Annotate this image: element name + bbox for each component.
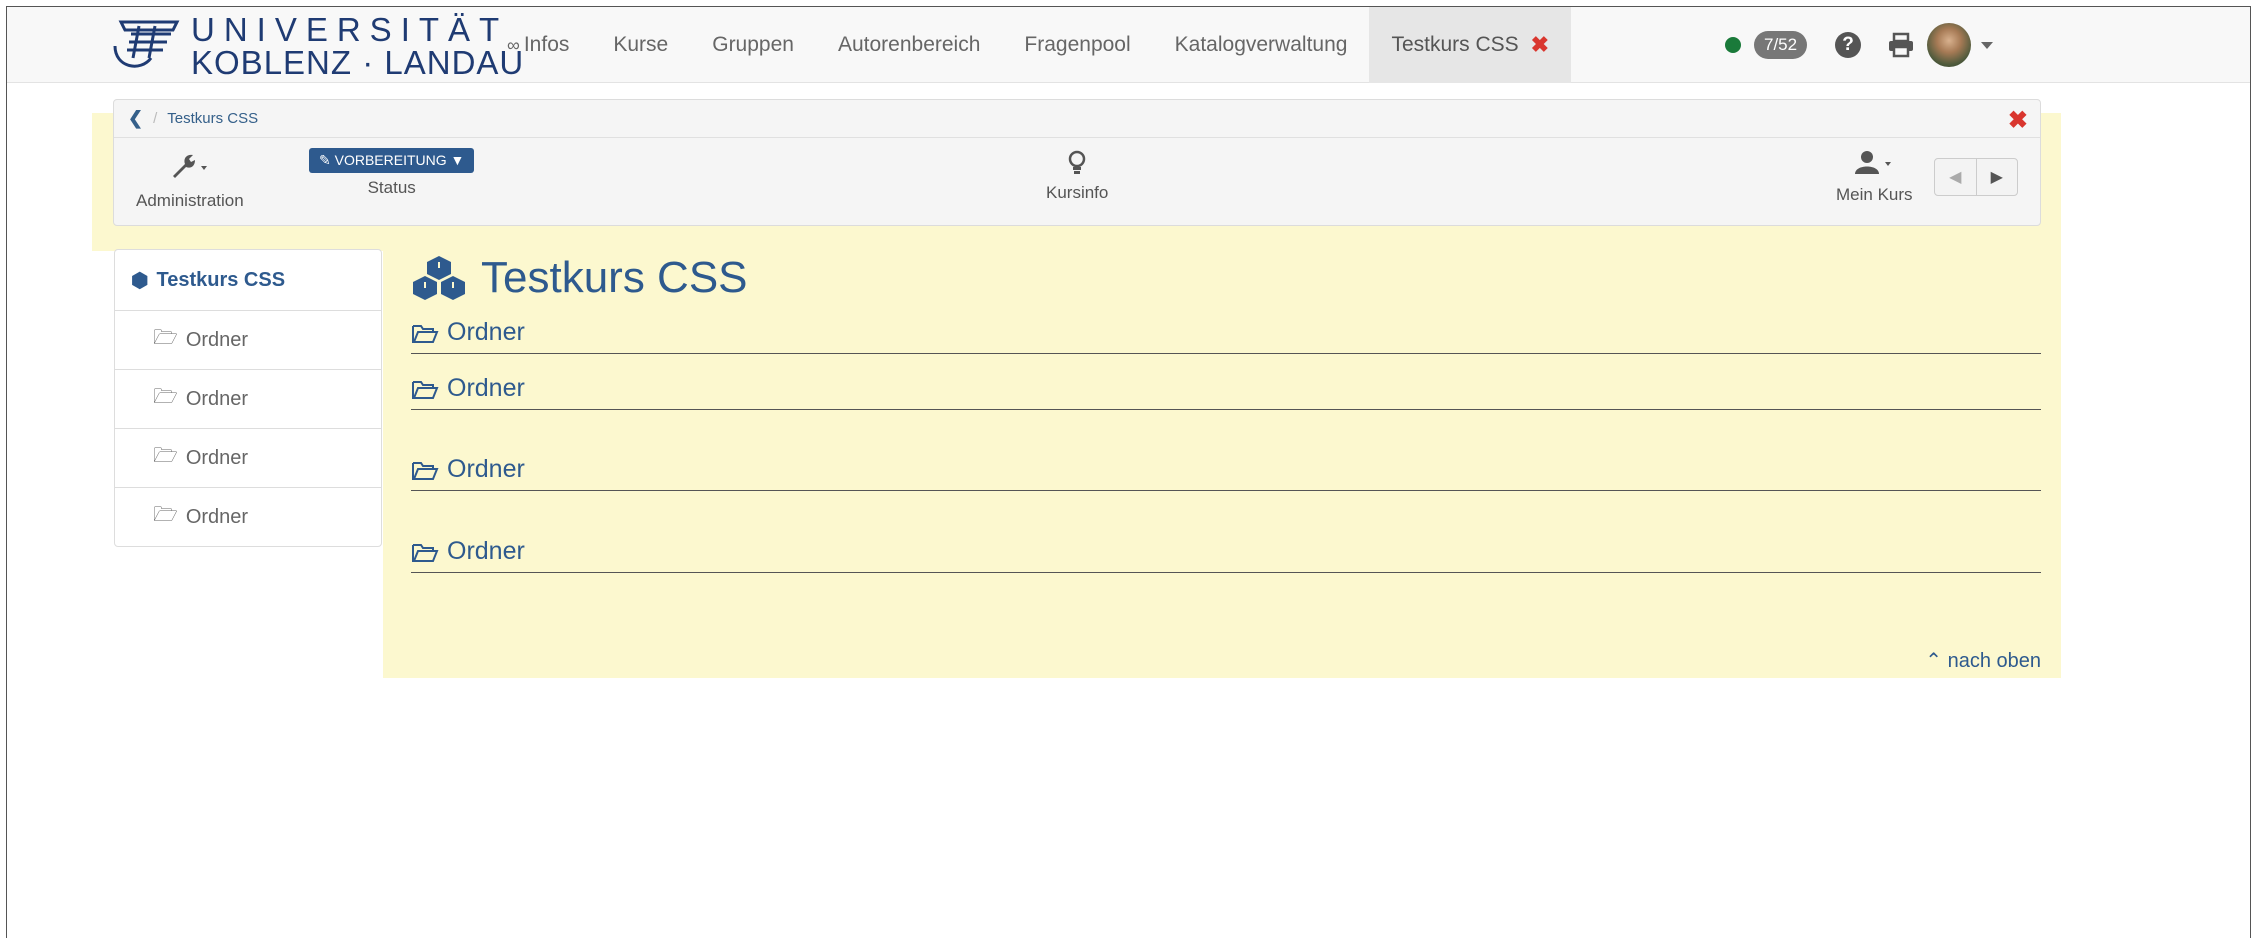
kursinfo-label: Kursinfo xyxy=(1046,183,1109,202)
nav-item-label: Katalogverwaltung xyxy=(1174,33,1348,56)
sidebar-item-folder[interactable]: 🗁 Ordner xyxy=(115,428,381,487)
sidebar-item-label: Ordner xyxy=(185,387,249,410)
sidebar-item-label: Ordner xyxy=(185,328,249,351)
sidebar-item-folder[interactable]: 🗁 Ordner xyxy=(115,310,381,369)
folder-open-icon xyxy=(412,381,439,399)
administration-label: Administration xyxy=(136,191,244,210)
course-sidebar: ⬢ Testkurs CSS 🗁 Ordner 🗁 Ordner 🗁 Ordne… xyxy=(114,249,382,547)
university-logo-icon xyxy=(113,20,180,68)
administration-menu[interactable]: Administration xyxy=(136,152,244,211)
nav-item-label: Kurse xyxy=(613,33,669,56)
close-course-icon[interactable]: ✖ xyxy=(2008,106,2028,135)
next-icon[interactable]: ▶ xyxy=(1977,159,2018,195)
course-pager: ◀ ▶ xyxy=(1934,158,2018,196)
cube-icon: ⬢ xyxy=(131,269,149,292)
back-to-top-label: nach oben xyxy=(1947,650,2041,672)
status-menu[interactable]: ✎ VORBEREITUNG ▼ Status xyxy=(309,148,475,198)
status-label: Status xyxy=(367,178,416,197)
course-content: Testkurs CSS Ordner Ordner Ordner Ordner… xyxy=(383,249,2061,678)
page-title-text: Testkurs CSS xyxy=(481,253,748,302)
nav-item-label: Infos xyxy=(523,33,570,56)
chevron-up-icon: ⌃ xyxy=(1925,650,1943,672)
user-icon xyxy=(1855,151,1892,174)
sidebar-item-folder[interactable]: 🗁 Ordner xyxy=(115,487,381,546)
print-icon[interactable] xyxy=(1887,32,1915,58)
folder-label: Ordner xyxy=(447,374,525,402)
folder-label: Ordner xyxy=(447,537,525,565)
tab-testkurs-css[interactable]: Testkurs CSS ✖ xyxy=(1369,7,1572,83)
nav-item-autorenbereich[interactable]: Autorenbereich xyxy=(816,7,1002,83)
folder-label: Ordner xyxy=(447,318,525,346)
online-status-icon xyxy=(1725,37,1741,53)
back-to-top-link[interactable]: ⌃ nach oben xyxy=(1925,648,2041,673)
sidebar-item-label: Ordner xyxy=(185,446,249,469)
browser-frame: UNIVERSITÄT KOBLENZ · LANDAU ∞ Infos Kur… xyxy=(6,6,2251,938)
folder-link[interactable]: Ordner xyxy=(411,374,2041,410)
logo-line-1: UNIVERSITÄT xyxy=(191,11,509,48)
chevron-down-icon[interactable] xyxy=(1981,41,1994,49)
help-icon[interactable]: ? xyxy=(1835,32,1862,58)
mein-kurs-label: Mein Kurs xyxy=(1836,185,1913,204)
top-navbar: UNIVERSITÄT KOBLENZ · LANDAU ∞ Infos Kur… xyxy=(7,7,2250,83)
sidebar-item-course[interactable]: ⬢ Testkurs CSS xyxy=(115,250,381,310)
wrench-icon xyxy=(172,154,207,178)
cubes-icon xyxy=(413,256,465,300)
pencil-icon: ✎ xyxy=(319,152,331,168)
back-icon[interactable]: ❮ xyxy=(128,108,143,129)
folder-open-icon: 🗁 xyxy=(153,327,178,349)
nav-item-gruppen[interactable]: Gruppen xyxy=(690,7,816,83)
nav-item-label: Fragenpool xyxy=(1024,33,1131,56)
sidebar-item-label: Testkurs CSS xyxy=(156,268,286,291)
folder-open-icon xyxy=(412,325,439,343)
logo-line-2: KOBLENZ · LANDAU xyxy=(191,44,525,81)
status-dropdown-button[interactable]: ✎ VORBEREITUNG ▼ xyxy=(309,148,475,173)
course-toolbar: ❮ / Testkurs CSS ✖ Administration ✎ VORB… xyxy=(113,99,2041,226)
folder-open-icon xyxy=(412,462,439,480)
university-logo[interactable]: UNIVERSITÄT KOBLENZ · LANDAU xyxy=(111,11,525,81)
tab-label: Testkurs CSS xyxy=(1391,33,1519,56)
folder-link[interactable]: Ordner xyxy=(411,537,2041,573)
folder-link[interactable]: Ordner xyxy=(411,318,2041,354)
user-avatar[interactable] xyxy=(1927,23,1972,67)
nav-item-kurse[interactable]: Kurse xyxy=(591,7,690,83)
sidebar-item-label: Ordner xyxy=(185,505,249,528)
breadcrumb-separator: / xyxy=(153,110,158,127)
nav-item-label: Gruppen xyxy=(712,33,794,56)
folder-open-icon: 🗁 xyxy=(153,504,178,526)
folder-open-icon xyxy=(412,544,439,562)
previous-icon[interactable]: ◀ xyxy=(1935,159,1977,195)
nav-item-katalogverwaltung[interactable]: Katalogverwaltung xyxy=(1153,7,1370,83)
page-title: Testkurs CSS xyxy=(411,253,748,303)
breadcrumb: ❮ / Testkurs CSS xyxy=(114,100,2040,138)
status-value: VORBEREITUNG xyxy=(334,152,447,168)
nav-item-infos[interactable]: ∞ Infos xyxy=(485,7,591,83)
folder-open-icon: 🗁 xyxy=(153,445,178,467)
folder-label: Ordner xyxy=(447,455,525,483)
sidebar-item-folder[interactable]: 🗁 Ordner xyxy=(115,369,381,428)
lightbulb-icon xyxy=(1068,150,1086,174)
folder-link[interactable]: Ordner xyxy=(411,455,2041,491)
mein-kurs-menu[interactable]: Mein Kurs xyxy=(1836,150,1913,205)
close-tab-icon[interactable]: ✖ xyxy=(1531,32,1549,58)
breadcrumb-current[interactable]: Testkurs CSS xyxy=(167,110,258,127)
caret-down-icon: ▼ xyxy=(450,152,465,168)
folder-open-icon: 🗁 xyxy=(153,386,178,408)
infinity-icon: ∞ xyxy=(507,34,520,55)
kursinfo-button[interactable]: Kursinfo xyxy=(1046,150,1108,203)
counter-badge[interactable]: 7/52 xyxy=(1754,31,1808,59)
nav-item-fragenpool[interactable]: Fragenpool xyxy=(1002,7,1152,83)
nav-item-label: Autorenbereich xyxy=(837,33,981,56)
